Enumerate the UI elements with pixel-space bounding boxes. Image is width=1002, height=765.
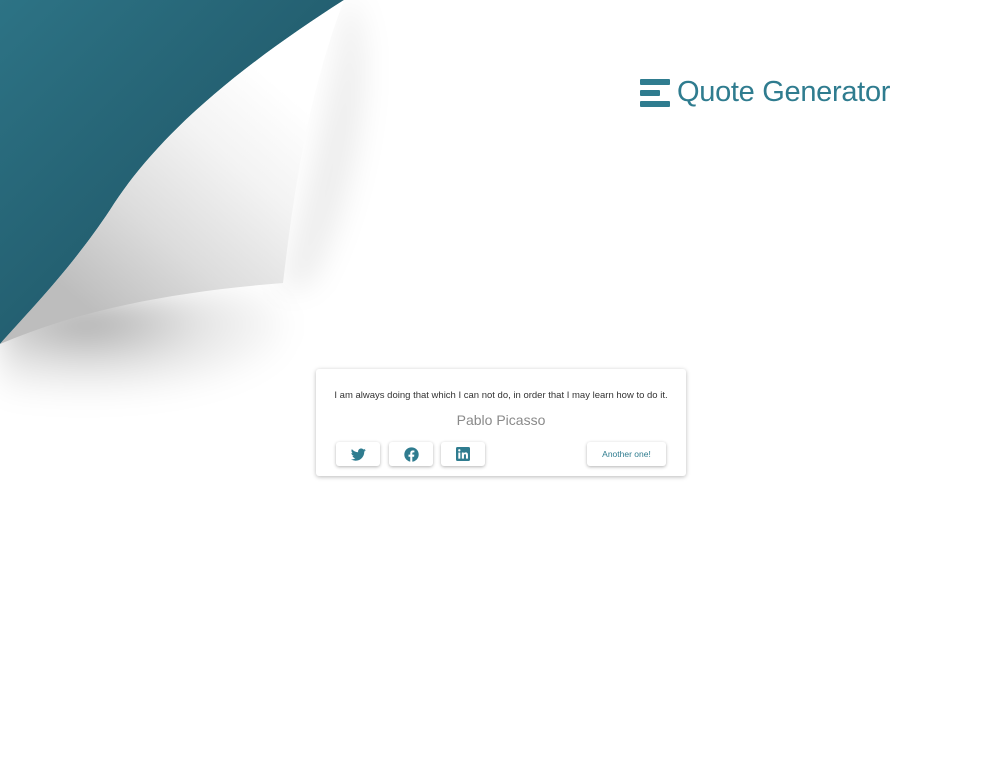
share-facebook-button[interactable]	[389, 442, 433, 466]
share-linkedin-button[interactable]	[441, 442, 485, 466]
app-title: Quote Generator	[677, 76, 891, 108]
page-curl-decoration	[0, 0, 365, 398]
quote-card: I am always doing that which I can not d…	[316, 369, 686, 476]
quote-text: I am always doing that which I can not d…	[334, 390, 668, 401]
linkedin-icon	[456, 447, 470, 461]
facebook-icon	[403, 446, 419, 462]
app-logo: Quote Generator	[640, 78, 890, 107]
another-quote-button[interactable]: Another one!	[587, 442, 666, 466]
share-twitter-button[interactable]	[336, 442, 380, 466]
twitter-icon	[350, 448, 366, 461]
quote-author: Pablo Picasso	[456, 412, 546, 428]
bars-icon	[640, 78, 670, 107]
page: Quote Generator I am always doing that w…	[0, 0, 1002, 765]
